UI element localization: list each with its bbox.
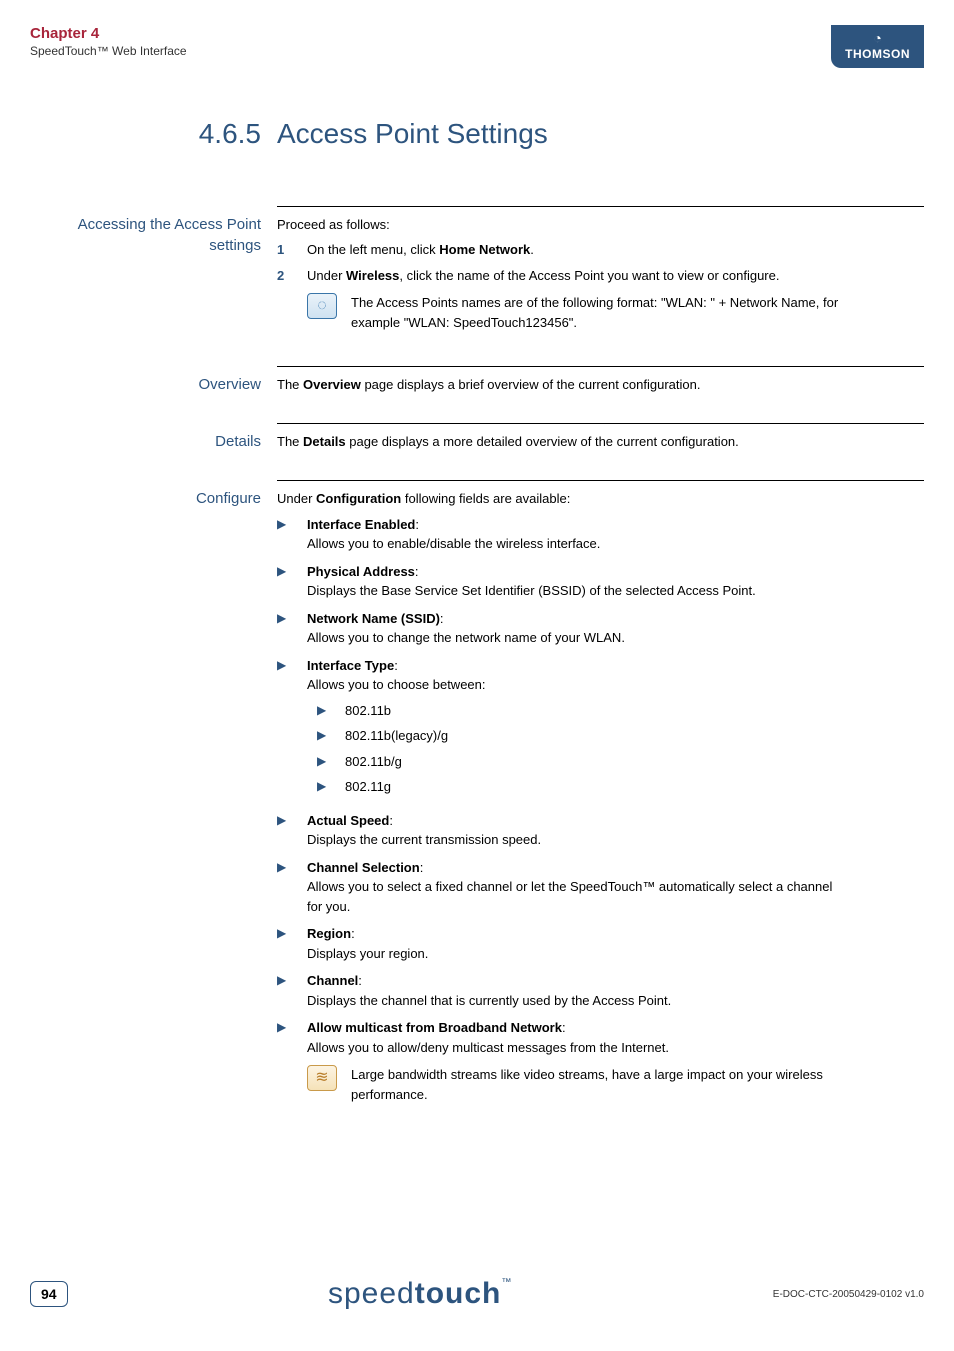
triangle-bullet-icon: ▶ bbox=[277, 656, 307, 803]
page-number: 94 bbox=[30, 1281, 68, 1307]
step-body: Under Wireless, click the name of the Ac… bbox=[307, 266, 844, 333]
chapter-title: Chapter 4 bbox=[30, 25, 187, 42]
page-footer: 94 speedtouch™ E-DOC-CTC-20050429-0102 v… bbox=[30, 1277, 924, 1311]
configure-intro: Under Configuration following fields are… bbox=[277, 489, 844, 509]
warning-callout: ≋ Large bandwidth streams like video str… bbox=[307, 1065, 844, 1104]
list-item: ▶Network Name (SSID):Allows you to chang… bbox=[277, 609, 844, 648]
tip-callout: ◌ The Access Points names are of the fol… bbox=[307, 293, 844, 332]
body-configure: Under Configuration following fields are… bbox=[277, 480, 924, 1112]
section-configure: Configure Under Configuration following … bbox=[30, 480, 924, 1112]
side-label-details: Details bbox=[30, 423, 277, 452]
triangle-bullet-icon: ▶ bbox=[317, 726, 345, 746]
triangle-bullet-icon: ▶ bbox=[317, 777, 345, 797]
thomson-logo-badge: ◔ THOMSON bbox=[831, 25, 924, 68]
section-accessing: Accessing the Access Point settings Proc… bbox=[30, 206, 924, 339]
list-item: ▶Channel Selection:Allows you to select … bbox=[277, 858, 844, 917]
step-body: On the left menu, click Home Network. bbox=[307, 240, 844, 260]
side-label-accessing: Accessing the Access Point settings bbox=[30, 206, 277, 339]
interface-type-sublist: ▶802.11b ▶802.11b(legacy)/g ▶802.11b/g ▶… bbox=[317, 701, 844, 797]
triangle-bullet-icon: ▶ bbox=[277, 971, 307, 1010]
lightbulb-icon: ◌ bbox=[307, 293, 337, 319]
step-number: 2 bbox=[277, 266, 307, 333]
triangle-bullet-icon: ▶ bbox=[317, 701, 345, 721]
section-overview: Overview The Overview page displays a br… bbox=[30, 366, 924, 395]
step-2: 2 Under Wireless, click the name of the … bbox=[277, 266, 844, 333]
list-item: ▶Interface Enabled:Allows you to enable/… bbox=[277, 515, 844, 554]
body-accessing: Proceed as follows: 1 On the left menu, … bbox=[277, 206, 924, 339]
triangle-bullet-icon: ▶ bbox=[277, 924, 307, 963]
warning-text: Large bandwidth streams like video strea… bbox=[351, 1065, 844, 1104]
steps-list: 1 On the left menu, click Home Network. … bbox=[277, 240, 844, 332]
list-item: ▶Actual Speed:Displays the current trans… bbox=[277, 811, 844, 850]
triangle-bullet-icon: ▶ bbox=[277, 609, 307, 648]
list-item: ▶Physical Address:Displays the Base Serv… bbox=[277, 562, 844, 601]
body-details: The Details page displays a more detaile… bbox=[277, 423, 924, 452]
tip-text: The Access Points names are of the follo… bbox=[351, 293, 844, 332]
chapter-subtitle: SpeedTouch™ Web Interface bbox=[30, 44, 187, 58]
accessing-intro: Proceed as follows: bbox=[277, 215, 844, 235]
page-header: Chapter 4 SpeedTouch™ Web Interface ◔ TH… bbox=[0, 0, 954, 68]
triangle-bullet-icon: ▶ bbox=[277, 562, 307, 601]
main-content: 4.6.5 Access Point Settings Accessing th… bbox=[0, 118, 954, 1113]
thomson-text: THOMSON bbox=[845, 47, 910, 61]
section-details: Details The Details page displays a more… bbox=[30, 423, 924, 452]
triangle-bullet-icon: ▶ bbox=[277, 811, 307, 850]
thomson-icon: ◔ bbox=[845, 31, 910, 46]
step-number: 1 bbox=[277, 240, 307, 260]
document-id: E-DOC-CTC-20050429-0102 v1.0 bbox=[773, 1289, 924, 1300]
header-left: Chapter 4 SpeedTouch™ Web Interface bbox=[30, 25, 187, 58]
triangle-bullet-icon: ▶ bbox=[277, 515, 307, 554]
section-number: 4.6.5 bbox=[30, 118, 277, 150]
body-overview: The Overview page displays a brief overv… bbox=[277, 366, 924, 395]
list-item: ▶802.11b(legacy)/g bbox=[317, 726, 844, 746]
list-item: ▶Allow multicast from Broadband Network:… bbox=[277, 1018, 844, 1104]
triangle-bullet-icon: ▶ bbox=[317, 752, 345, 772]
list-item: ▶802.11b/g bbox=[317, 752, 844, 772]
list-item: ▶Channel:Displays the channel that is cu… bbox=[277, 971, 844, 1010]
list-item: ▶802.11g bbox=[317, 777, 844, 797]
list-item: ▶Interface Type:Allows you to choose bet… bbox=[277, 656, 844, 803]
side-label-configure: Configure bbox=[30, 480, 277, 1112]
page-title: Access Point Settings bbox=[277, 118, 548, 150]
bandwidth-icon: ≋ bbox=[307, 1065, 337, 1091]
step-1: 1 On the left menu, click Home Network. bbox=[277, 240, 844, 260]
triangle-bullet-icon: ▶ bbox=[277, 858, 307, 917]
side-label-overview: Overview bbox=[30, 366, 277, 395]
page-title-row: 4.6.5 Access Point Settings bbox=[30, 118, 924, 150]
configure-list: ▶Interface Enabled:Allows you to enable/… bbox=[277, 515, 844, 1105]
speedtouch-logo: speedtouch™ bbox=[328, 1277, 512, 1311]
list-item: ▶802.11b bbox=[317, 701, 844, 721]
triangle-bullet-icon: ▶ bbox=[277, 1018, 307, 1104]
list-item: ▶Region:Displays your region. bbox=[277, 924, 844, 963]
